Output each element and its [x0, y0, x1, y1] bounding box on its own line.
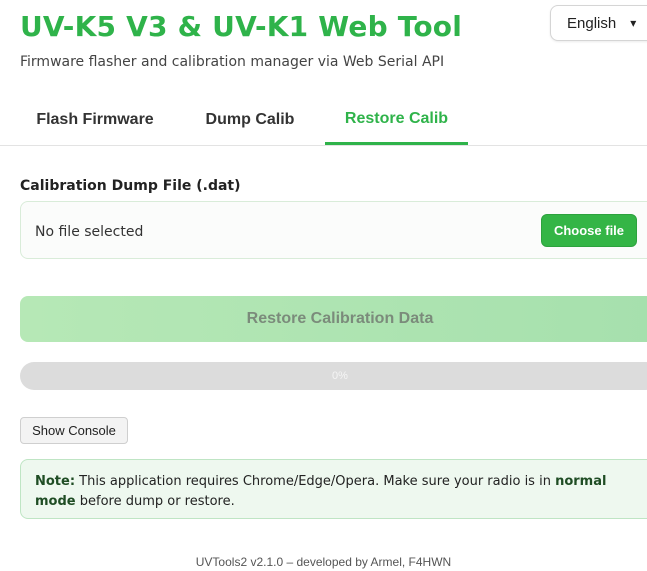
language-select[interactable]: English ▾ [550, 5, 647, 41]
show-console-button[interactable]: Show Console [20, 417, 128, 444]
tab-restore-calib[interactable]: Restore Calib [325, 95, 468, 145]
note-text-before: This application requires Chrome/Edge/Op… [75, 474, 556, 489]
progress-text: 0% [332, 370, 348, 382]
choose-file-button[interactable]: Choose file [541, 214, 637, 247]
note-text-after: before dump or restore. [75, 494, 235, 509]
page-title: UV-K5 V3 & UV-K1 Web Tool [20, 10, 463, 43]
file-status-text: No file selected [35, 224, 144, 240]
chevron-down-icon: ▾ [630, 16, 637, 30]
progress-bar: 0% [20, 362, 647, 390]
tab-dump-calib[interactable]: Dump Calib [185, 95, 315, 145]
restore-calibration-button[interactable]: Restore Calibration Data [20, 296, 647, 342]
tab-bar: Flash Firmware Dump Calib Restore Calib [0, 95, 647, 146]
file-input-box[interactable]: No file selected Choose file [20, 201, 647, 259]
calibration-file-label: Calibration Dump File (.dat) [20, 178, 241, 194]
page-subtitle: Firmware flasher and calibration manager… [20, 54, 445, 70]
tab-flash-firmware[interactable]: Flash Firmware [20, 95, 170, 145]
browser-note: Note: This application requires Chrome/E… [20, 459, 647, 519]
language-selected-value: English [567, 14, 617, 32]
note-prefix: Note: [35, 474, 76, 489]
footer-credits: UVTools2 v2.1.0 – developed by Armel, F4… [195, 555, 452, 569]
